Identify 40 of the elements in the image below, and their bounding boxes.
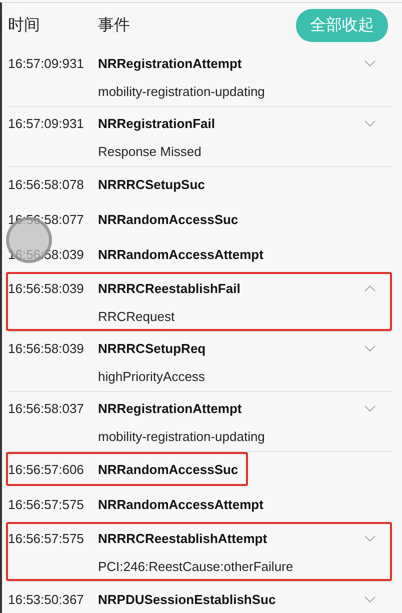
event-time: 16:56:58:039 (8, 281, 85, 296)
column-header: 时间 (8, 16, 41, 36)
event-detail: highPriorityAccess (98, 368, 205, 384)
chevron-icon[interactable] (364, 119, 376, 128)
chevron-icon[interactable] (364, 344, 376, 353)
chevron-icon[interactable] (364, 284, 376, 293)
event-name: NRRegistrationAttempt (98, 56, 242, 71)
event-name: NRRegistrationAttempt (98, 401, 242, 416)
event-name: NRRandomAccessAttempt (98, 496, 264, 512)
chevron-icon[interactable] (364, 404, 376, 413)
chevron-icon[interactable] (364, 59, 376, 68)
event-detail: Response Missed (98, 144, 202, 158)
chevron-icon[interactable] (364, 594, 376, 604)
event-time: 16:53:50:367 (8, 592, 85, 606)
event-time: 16:56:58:037 (8, 401, 85, 416)
event-detail: PCI:246:ReestCause:otherFailure (98, 558, 294, 574)
event-name: NRRandomAccessSuc (98, 212, 238, 226)
event-name: NRRegistrationFail (98, 116, 216, 131)
event-time: 16:56:58:039 (8, 246, 85, 262)
event-time: 16:57:09:931 (8, 56, 85, 71)
column-header: 事件 (98, 16, 131, 36)
event-time: 16:57:09:931 (8, 116, 85, 131)
event-name: NRRRCSetupSuc (98, 176, 205, 192)
event-detail: mobility-registration-updating (98, 84, 265, 98)
event-time: 16:56:58:078 (8, 176, 85, 192)
event-detail: mobility-registration-updating (98, 428, 265, 444)
chevron-icon[interactable] (364, 534, 376, 543)
event-time: 16:56:57:575 (8, 496, 85, 512)
event-name: NRRRCReestablishAttempt (98, 531, 268, 546)
event-name: NRRandomAccessAttempt (98, 246, 264, 262)
event-time: 16:56:58:077 (8, 212, 85, 226)
event-name: NRRRCSetupReq (98, 341, 206, 356)
event-name: NRRRCReestablishFail (98, 281, 240, 296)
event-time: 16:56:57:575 (8, 531, 85, 546)
event-name: NRPDUSessionEstablishSuc (98, 592, 276, 606)
event-time: 16:56:58:039 (8, 341, 85, 356)
collapse-all-button[interactable]: 全部收起 (296, 8, 388, 42)
event-detail: RRCRequest (98, 308, 175, 324)
event-name: NRRandomAccessSuc (98, 462, 238, 476)
event-time: 16:56:57:606 (8, 462, 85, 476)
